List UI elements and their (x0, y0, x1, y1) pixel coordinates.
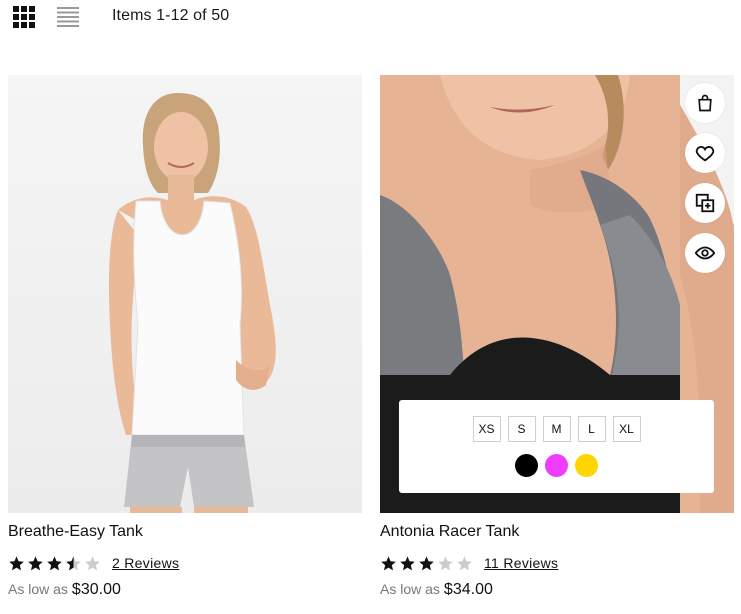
product-options-panel: XS S M L XL (399, 400, 714, 493)
product-card: Breathe-Easy Tank 2 Reviews As low as $30… (8, 75, 362, 598)
color-swatch-yellow[interactable] (575, 454, 598, 477)
price: $30.00 (71, 581, 121, 598)
add-to-cart-icon[interactable] (685, 83, 725, 123)
star-half-icon (66, 555, 81, 570)
woman-white-tank-photo (8, 75, 362, 513)
list-view-icon[interactable] (57, 7, 79, 27)
star-empty-icon (457, 555, 472, 570)
hover-actions (685, 83, 725, 273)
size-option-xs[interactable]: XS (472, 416, 501, 442)
product-card: XS S M L XL Antonia Racer Tank 11 Review… (380, 75, 734, 598)
product-image[interactable]: XS S M L XL (380, 75, 734, 513)
rating-stars (8, 555, 101, 572)
size-option-s[interactable]: S (507, 416, 536, 442)
star-full-icon (419, 555, 434, 570)
star-full-icon (381, 555, 396, 570)
star-full-icon (28, 555, 43, 570)
star-full-icon (400, 555, 415, 570)
product-name[interactable]: Antonia Racer Tank (380, 523, 519, 541)
toolbar: Items 1-12 of 50 (0, 0, 741, 40)
items-count: Items 1-12 of 50 (112, 7, 230, 24)
product-image[interactable] (8, 75, 362, 513)
size-options: XS S M L XL (399, 416, 714, 442)
color-swatch-black[interactable] (515, 454, 538, 477)
price-row: As low as $30.00 (8, 581, 121, 599)
star-full-icon (9, 555, 24, 570)
size-option-m[interactable]: M (542, 416, 571, 442)
price-row: As low as $34.00 (380, 581, 493, 599)
reviews-link[interactable]: 11 Reviews (484, 555, 558, 571)
grid-view-icon[interactable] (13, 6, 35, 28)
size-option-xl[interactable]: XL (612, 416, 641, 442)
star-full-icon (47, 555, 62, 570)
star-empty-icon (438, 555, 453, 570)
product-name[interactable]: Breathe-Easy Tank (8, 523, 143, 541)
color-swatch-pink[interactable] (545, 454, 568, 477)
compare-icon[interactable] (685, 183, 725, 223)
reviews-link[interactable]: 2 Reviews (112, 555, 179, 571)
quick-view-eye-icon[interactable] (685, 233, 725, 273)
wishlist-heart-icon[interactable] (685, 133, 725, 173)
product-rating: 2 Reviews (8, 553, 179, 573)
rating-stars (380, 555, 473, 572)
star-empty-icon (85, 555, 100, 570)
size-option-l[interactable]: L (577, 416, 606, 442)
color-swatches (399, 454, 714, 477)
price: $34.00 (443, 581, 493, 598)
product-rating: 11 Reviews (380, 553, 558, 573)
price-prefix: As low as (8, 581, 68, 597)
price-prefix: As low as (380, 581, 440, 597)
